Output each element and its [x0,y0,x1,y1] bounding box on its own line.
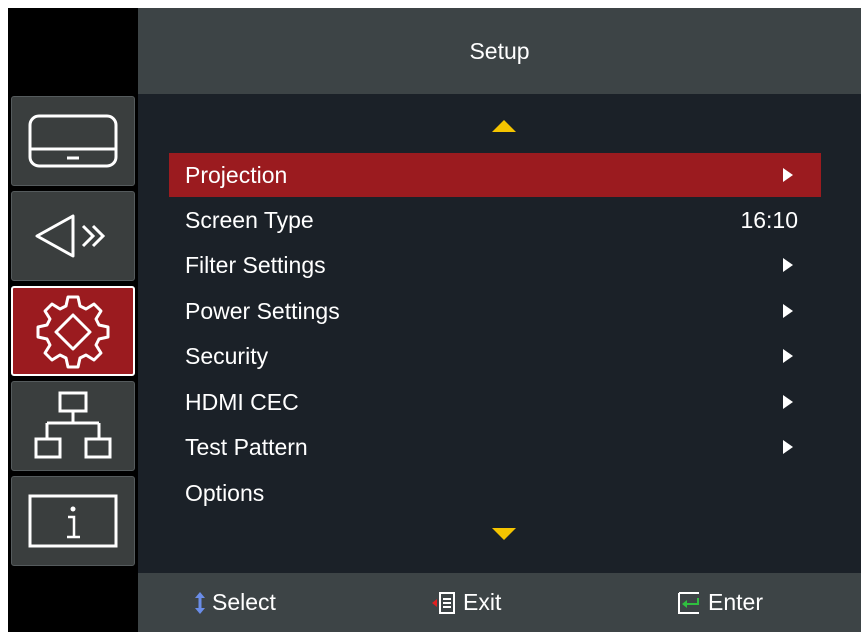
menu-item-label: HDMI CEC [185,388,299,415]
enter-icon [678,591,699,614]
select-label: Select [212,589,276,615]
enter-hint: Enter [676,573,763,632]
menu-item-label: Power Settings [185,297,340,324]
menu-item-label: Filter Settings [185,251,326,278]
speaker-icon [35,214,106,258]
network-icon [34,391,112,459]
osd-menu: Setup Projection Screen Type 16:10 Filte… [8,8,861,632]
menu-item-label: Projection [185,161,288,188]
scroll-down-arrow-icon[interactable] [492,528,516,540]
chevron-right-icon [783,304,793,318]
info-icon [28,494,118,548]
chevron-right-icon [783,395,793,409]
menu-item-label: Security [185,342,269,369]
enter-label: Enter [708,589,763,615]
menu-item-value: 16:10 [740,206,798,233]
menu-item-test-pattern[interactable]: Test Pattern [169,425,821,469]
sidebar-item-audio[interactable] [11,191,135,281]
exit-icon [432,591,455,614]
menu-item-label: Options [185,479,265,506]
menu-item-label: Test Pattern [185,433,308,460]
exit-hint: Exit [431,573,501,632]
sidebar-item-network[interactable] [11,381,135,471]
up-down-arrow-icon [195,591,205,614]
sidebar-item-display[interactable] [11,96,135,186]
sidebar-item-information[interactable] [11,476,135,566]
header: Setup [138,8,861,94]
menu-item-security[interactable]: Security [169,334,821,378]
menu-item-hdmi-cec[interactable]: HDMI CEC [169,380,821,424]
chevron-right-icon [783,440,793,454]
menu-item-projection[interactable]: Projection [169,153,821,197]
gear-icon [36,295,110,369]
menu-panel: Projection Screen Type 16:10 Filter Sett… [138,94,861,573]
footer-hint-bar: Select Exit Enter [138,573,861,632]
sidebar-item-setup[interactable] [11,286,135,376]
sidebar-bottom [8,573,138,632]
scroll-up-arrow-icon[interactable] [492,120,516,132]
menu-item-filter-settings[interactable]: Filter Settings [169,243,821,287]
menu-item-options[interactable]: Options [169,471,821,515]
sidebar [8,8,138,632]
monitor-icon [28,114,118,168]
menu-item-label: Screen Type [185,206,314,233]
menu-item-power-settings[interactable]: Power Settings [169,289,821,333]
select-hint: Select [194,573,276,632]
menu-item-screen-type[interactable]: Screen Type 16:10 [169,198,821,242]
sidebar-top [8,8,138,94]
exit-label: Exit [463,589,502,615]
chevron-right-icon [783,168,793,182]
chevron-right-icon [783,349,793,363]
chevron-right-icon [783,258,793,272]
page-title: Setup [469,37,530,64]
